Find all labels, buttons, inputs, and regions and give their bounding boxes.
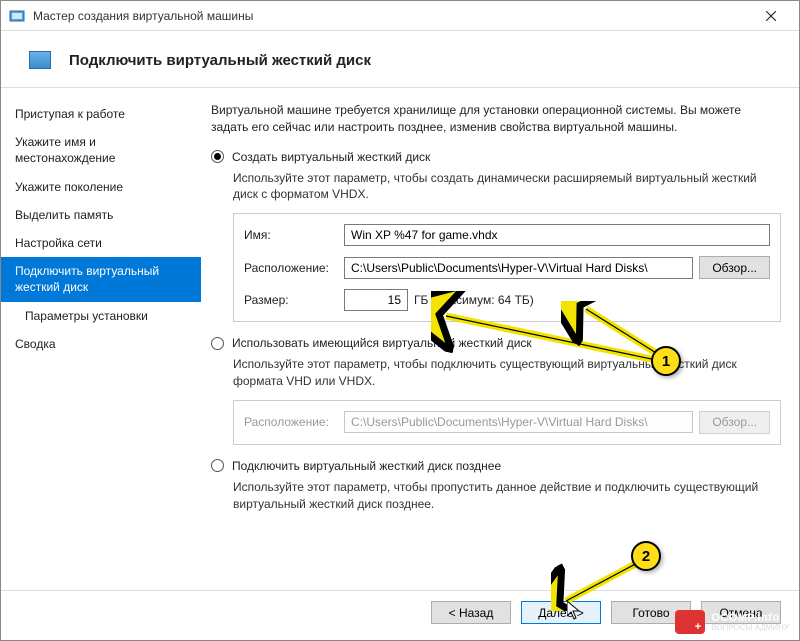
location-input[interactable]	[344, 257, 693, 279]
close-button[interactable]	[751, 2, 791, 30]
sidebar: Приступая к работе Укажите имя и местона…	[1, 88, 201, 590]
existing-browse-button: Обзор...	[699, 411, 770, 434]
radio-later[interactable]	[211, 459, 224, 472]
existing-form: Расположение: Обзор...	[233, 400, 781, 445]
radio-existing[interactable]	[211, 337, 224, 350]
option-use-existing[interactable]: Использовать имеющийся виртуальный жестк…	[211, 336, 781, 350]
sidebar-item-start[interactable]: Приступая к работе	[1, 100, 201, 128]
option-attach-later[interactable]: Подключить виртуальный жесткий диск позд…	[211, 459, 781, 473]
sidebar-item-memory[interactable]: Выделить память	[1, 201, 201, 229]
name-input[interactable]	[344, 224, 770, 246]
option-existing-desc: Используйте этот параметр, чтобы подключ…	[211, 356, 781, 390]
create-form: Имя: Расположение: Обзор... Размер: ГБ (…	[233, 213, 781, 322]
option-existing-label: Использовать имеющийся виртуальный жестк…	[232, 336, 532, 350]
option-create-desc: Используйте этот параметр, чтобы создать…	[211, 170, 781, 204]
sidebar-item-install[interactable]: Параметры установки	[1, 302, 201, 330]
window-title: Мастер создания виртуальной машины	[33, 9, 751, 23]
sidebar-item-name[interactable]: Укажите имя и местонахождение	[1, 128, 201, 172]
step-icon	[29, 51, 51, 69]
option-later-desc: Используйте этот параметр, чтобы пропуст…	[211, 479, 781, 513]
app-icon	[9, 8, 25, 24]
wizard-window: Мастер создания виртуальной машины Подкл…	[0, 0, 800, 641]
cancel-button[interactable]: Отмена	[701, 601, 781, 624]
footer: < Назад Далее > Готово Отмена	[1, 590, 799, 640]
sidebar-item-summary[interactable]: Сводка	[1, 330, 201, 358]
intro-text: Виртуальной машине требуется хранилище д…	[211, 102, 781, 136]
page-title: Подключить виртуальный жесткий диск	[69, 52, 371, 69]
location-label: Расположение:	[244, 261, 344, 275]
option-later-label: Подключить виртуальный жесткий диск позд…	[232, 459, 501, 473]
back-button[interactable]: < Назад	[431, 601, 511, 624]
wizard-header: Подключить виртуальный жесткий диск	[1, 31, 799, 87]
size-input[interactable]	[344, 289, 408, 311]
existing-location-input	[344, 411, 693, 433]
size-unit: ГБ (максимум: 64 ТБ)	[414, 293, 534, 307]
sidebar-item-generation[interactable]: Укажите поколение	[1, 173, 201, 201]
wizard-body: Приступая к работе Укажите имя и местона…	[1, 87, 799, 590]
name-label: Имя:	[244, 228, 344, 242]
option-create-vhd[interactable]: Создать виртуальный жесткий диск	[211, 150, 781, 164]
radio-create[interactable]	[211, 150, 224, 163]
existing-location-label: Расположение:	[244, 415, 344, 429]
browse-button[interactable]: Обзор...	[699, 256, 770, 279]
sidebar-item-vhd[interactable]: Подключить виртуальный жесткий диск	[1, 257, 201, 301]
next-button[interactable]: Далее >	[521, 601, 601, 624]
size-label: Размер:	[244, 293, 344, 307]
finish-button[interactable]: Готово	[611, 601, 691, 624]
content: Виртуальной машине требуется хранилище д…	[201, 88, 799, 590]
option-create-label: Создать виртуальный жесткий диск	[232, 150, 430, 164]
titlebar: Мастер создания виртуальной машины	[1, 1, 799, 31]
sidebar-item-network[interactable]: Настройка сети	[1, 229, 201, 257]
